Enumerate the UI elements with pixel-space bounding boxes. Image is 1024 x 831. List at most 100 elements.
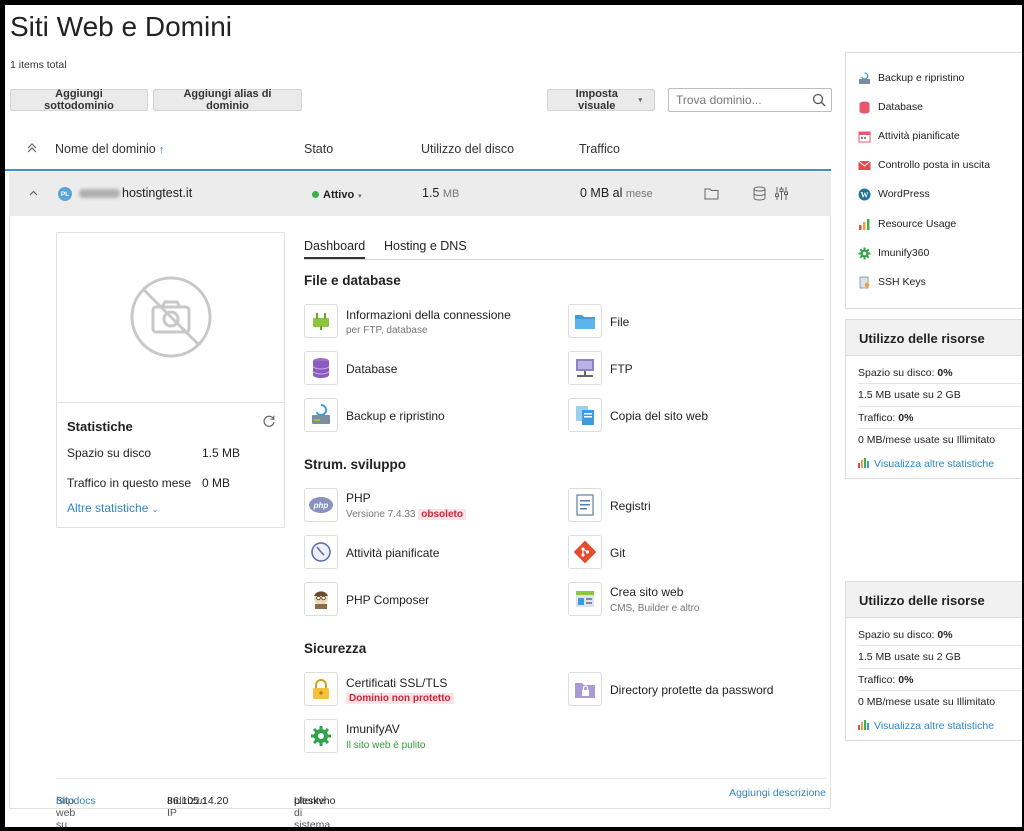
tool-php[interactable]: php PHP Versione 7.4.33 obsoleto [304,488,544,524]
column-domain-name[interactable]: Nome del dominio ↑ [55,142,164,156]
sidebar-item-wordpress[interactable]: W WordPress [858,186,930,202]
sidebar-item-label: Controllo posta in uscita [878,159,991,171]
table-header: Nome del dominio ↑ Stato Utilizzo del dis… [5,129,831,171]
search-input[interactable] [669,89,809,111]
tool-connection-info[interactable]: Informazioni della connessione per FTP, … [304,304,544,340]
traffic-value: 0 MB al mese [580,186,653,200]
collapse-all-icon[interactable] [26,141,38,155]
tool-files[interactable]: File [568,304,768,340]
add-subdomain-button[interactable]: Aggiungi sottodominio [10,88,148,112]
table-row: PL hostingtest.it Attivo ▾ 1.5 MB 0 MB al… [9,172,831,216]
sidebar-item-label: Attività pianificate [878,130,960,142]
tool-subtitle: Versione 7.4.33 obsoleto [346,509,466,520]
tool-subtitle: CMS, Builder e altro [610,603,700,614]
chevron-down-icon: ▾ [638,97,642,104]
backup-icon [304,398,338,432]
tab-hosting-dns[interactable]: Hosting e DNS [384,239,467,253]
chevron-down-icon: ⌄ [151,505,159,514]
more-statistics-link[interactable]: Altre statistiche ⌄ [67,501,158,515]
sidebar-item-resource-usage[interactable]: Resource Usage [858,216,956,232]
tool-logs[interactable]: Registri [568,488,768,524]
resource-usage-header[interactable]: Utilizzo delle risorse [846,320,1022,356]
site-preview[interactable] [56,232,285,403]
search-icon[interactable] [812,93,826,107]
database-icon [304,351,338,385]
disk-space-detail: 1.5 MB usate su 2 GB [858,389,961,401]
tool-name: Backup e ripristino [346,409,445,423]
wordpress-icon: W [858,188,871,201]
tool-ssl-certificates[interactable]: Certificati SSL/TLS Dominio non protetto [304,672,544,708]
tool-name: Directory protette da password [610,683,774,697]
column-status[interactable]: Stato [304,142,333,156]
add-description-link[interactable]: Aggiungi descrizione [729,787,826,799]
backup-icon [858,71,871,85]
database-icon[interactable] [753,186,766,201]
sidebar-item-database[interactable]: Database [858,99,923,115]
view-more-stats-link[interactable]: Visualizza altre statistiche [858,457,994,470]
resource-usage-title: Utilizzo delle risorse [859,331,985,346]
settings-sliders-icon[interactable] [774,186,789,201]
tab-bar: Dashboard Hosting e DNS [304,234,824,260]
site-favicon-icon: PL [58,187,72,201]
view-more-stats-link[interactable]: Visualizza altre statistiche [858,719,994,732]
divider [858,645,1022,646]
key-file-icon [858,276,871,289]
sidebar-item-backup[interactable]: Backup e ripristino [858,70,964,86]
ip-value: 86.105.14.20 [167,795,229,807]
tool-site-builder[interactable]: Crea sito web CMS, Builder e altro [568,582,768,618]
tool-php-composer[interactable]: PHP Composer [304,582,504,618]
view-settings-button[interactable]: Imposta visuale ▾ [547,88,655,112]
tool-name: FTP [610,362,633,376]
refresh-icon[interactable] [262,414,276,428]
statistics-title: Statistiche [67,419,133,434]
column-domain-label: Nome del dominio [55,142,156,156]
tool-name: Copia del sito web [610,409,709,423]
disk-usage-value: 1.5 MB [422,186,459,200]
sidebar-item-outgoing-mail[interactable]: Controllo posta in uscita [858,157,990,173]
tool-subtitle: Dominio non protetto [346,693,454,704]
php-icon: php [304,488,338,522]
lock-icon [304,672,338,706]
sidebar-item-imunify360[interactable]: Imunify360 [858,245,929,261]
tab-dashboard[interactable]: Dashboard [304,239,366,259]
httpdocs-link[interactable]: httpdocs [56,795,96,807]
tool-name: ImunifyAV [346,722,400,736]
disk-space-line: Spazio su disco: 0% [858,367,953,379]
add-domain-alias-button[interactable]: Aggiungi alias di dominio [153,88,302,112]
tool-name: Attività pianificate [346,546,440,560]
tool-scheduled-tasks[interactable]: Attività pianificate [304,535,504,571]
tool-protected-directories[interactable]: Directory protette da password [568,672,808,708]
folder-icon [568,304,602,338]
divider [858,690,1022,691]
tool-git[interactable]: Git [568,535,768,571]
column-traffic[interactable]: Traffico [579,142,620,156]
tool-ftp[interactable]: FTP [568,351,768,387]
gear-shield-icon [858,247,871,260]
more-statistics-label: Altre statistiche [67,501,149,515]
sidebar-item-ssh-keys[interactable]: SSH Keys [858,274,926,290]
chevron-up-icon[interactable] [29,189,38,198]
sidebar-item-scheduled-tasks[interactable]: Attività pianificate [858,128,960,144]
tool-backup[interactable]: Backup e ripristino [304,398,504,434]
logs-icon [568,488,602,522]
sidebar-item-label: Imunify360 [878,247,930,259]
sidebar-item-label: Backup e ripristino [878,72,965,84]
tool-database[interactable]: Database [304,351,504,387]
section-dev-tools: Strum. sviluppo [304,457,407,472]
divider [858,428,1022,429]
traffic-line: Traffico: 0% [858,412,913,424]
sidebar-quick-links: Backup e ripristino Database Attività pi… [845,52,1022,309]
status-dropdown[interactable]: Attivo ▾ [312,187,362,201]
php-version: Versione 7.4.33 [346,509,416,520]
domain-name-link[interactable]: hostingtest.it [79,186,192,200]
tool-copy-site[interactable]: Copia del sito web [568,398,768,434]
resource-usage-header[interactable]: Utilizzo delle risorse [846,582,1022,618]
folder-icon[interactable] [704,187,719,200]
column-disk-usage[interactable]: Utilizzo del disco [421,142,514,156]
disk-space-value: 1.5 MB [202,446,241,460]
tool-name: Database [346,362,398,376]
tool-imunifyav[interactable]: ImunifyAV Il sito web è pulito [304,719,504,755]
section-security: Sicurezza [304,641,367,656]
traffic-detail: 0 MB/mese usate su Illimitato [858,696,996,708]
imunify-gear-icon [304,719,338,753]
